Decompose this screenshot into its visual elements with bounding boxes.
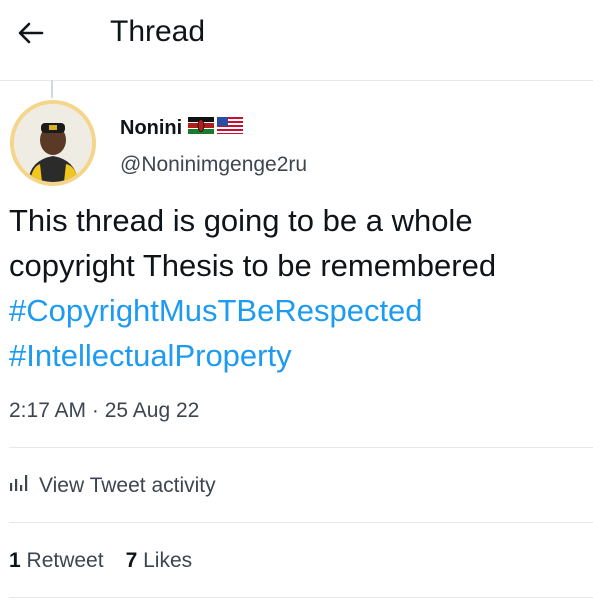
retweets-count: 1 [9, 549, 21, 572]
divider [9, 447, 593, 448]
likes-stat[interactable]: 7 Likes [126, 548, 193, 574]
author-name[interactable]: Nonini [120, 116, 182, 140]
tweet-date: 25 Aug 22 [104, 399, 200, 422]
divider [9, 597, 593, 598]
author-handle[interactable]: @Noninimgenge2ru [120, 152, 307, 178]
bar-chart-icon [9, 473, 29, 499]
header-divider [0, 80, 593, 81]
author-name-row: Nonini [120, 116, 244, 140]
top-bar: Thread [0, 0, 593, 72]
timestamp-separator: · [91, 399, 99, 422]
page-title: Thread [110, 15, 206, 48]
activity-label: View Tweet activity [39, 474, 216, 497]
arrow-left-icon [18, 20, 44, 51]
avatar[interactable] [10, 100, 96, 186]
back-button[interactable] [14, 18, 48, 52]
kenya-flag-icon [188, 116, 215, 140]
divider [9, 522, 593, 523]
tweet-text-line: This thread is going to be a whole [9, 203, 473, 238]
likes-count: 7 [125, 549, 138, 572]
retweets-label: Retweet [26, 549, 104, 572]
tweet-time: 2:17 AM [9, 399, 87, 422]
hashtag-link[interactable]: #IntellectualProperty [9, 333, 587, 378]
hashtag-link[interactable]: #CopyrightMusTBeRespected [9, 288, 587, 333]
us-flag-icon [217, 116, 244, 140]
thread-connector-line [51, 80, 53, 98]
retweets-stat[interactable]: 1 Retweet [9, 548, 104, 574]
view-tweet-activity-link[interactable]: View Tweet activity [9, 473, 216, 499]
tweet-text-line: copyright Thesis to be remembered [9, 248, 497, 283]
tweet-timestamp[interactable]: 2:17 AM · 25 Aug 22 [9, 398, 199, 424]
engagement-stats: 1 Retweet 7 Likes [9, 548, 192, 574]
tweet-text: This thread is going to be a whole copyr… [9, 198, 587, 378]
likes-label: Likes [143, 549, 193, 572]
